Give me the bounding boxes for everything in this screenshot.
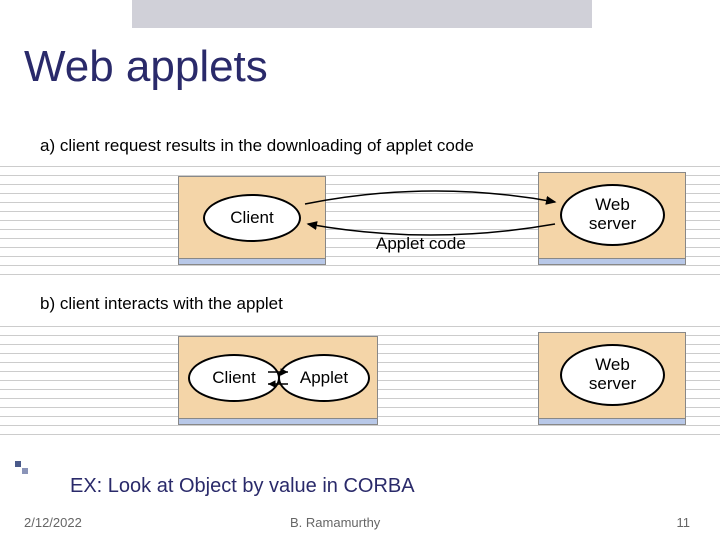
web-label-b2: server: [589, 375, 636, 394]
footer-author: B. Ramamurthy: [290, 515, 380, 530]
diagram-a: Client Web server Applet code: [0, 166, 720, 276]
webserver-ellipse-a: Web server: [560, 184, 665, 246]
diagram-b: Client Applet Web server: [0, 326, 720, 436]
web-label-b1: Web: [595, 356, 630, 375]
client-label-b: Client: [212, 368, 255, 388]
web-label-a1: Web: [595, 196, 630, 215]
decorative-topbar: [132, 0, 592, 28]
webserver-box-b-shadow: [538, 418, 686, 425]
corner-decoration: [14, 460, 32, 478]
example-line: EX: Look at Object by value in CORBA: [70, 475, 415, 498]
caption-a: a) client request results in the downloa…: [40, 136, 474, 156]
client-applet-box-shadow: [178, 418, 378, 425]
webserver-box-a-shadow: [538, 258, 686, 265]
web-label-a2: server: [589, 215, 636, 234]
slide-title: Web applets: [24, 42, 268, 92]
client-label: Client: [230, 208, 273, 228]
footer-page: 11: [677, 515, 691, 530]
footer-date: 2/12/2022: [24, 515, 82, 530]
client-box-shadow: [178, 258, 326, 265]
applet-label: Applet: [300, 368, 348, 388]
caption-b: b) client interacts with the applet: [40, 294, 283, 314]
client-ellipse: Client: [203, 194, 301, 242]
webserver-ellipse-b: Web server: [560, 344, 665, 406]
arrows-a: [300, 184, 560, 254]
arrows-b-inner: [264, 366, 294, 394]
